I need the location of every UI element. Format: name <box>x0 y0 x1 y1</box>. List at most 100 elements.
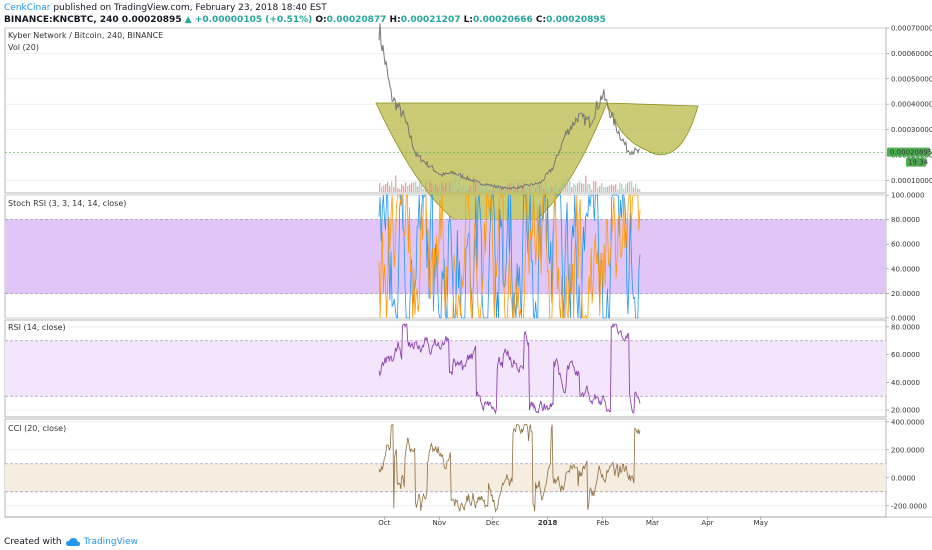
volume-bar <box>451 181 453 192</box>
volume-bar <box>635 183 637 192</box>
axis-tick-label: 100.0000 <box>891 192 924 200</box>
stoch-rsi-band <box>5 219 886 294</box>
volume-bar <box>505 187 507 192</box>
volume-bar <box>631 181 633 192</box>
price-badge-text: 0.00020895 <box>890 149 932 157</box>
volume-bar <box>395 175 397 192</box>
volume-bar <box>583 183 585 192</box>
rsi-pane[interactable]: RSI (14, close) <box>5 322 886 415</box>
volume-bar <box>585 175 587 192</box>
volume-bar <box>549 188 551 192</box>
cci-title: CCI (20, close) <box>8 424 66 433</box>
volume-bar <box>423 188 425 192</box>
rsi-band <box>5 340 886 397</box>
volume-bar <box>389 186 391 192</box>
time-tick-label: Feb <box>597 519 610 527</box>
volume-bar <box>611 184 613 192</box>
tradingview-link[interactable]: TradingView <box>84 537 138 547</box>
price-pane[interactable]: Kyber Network / Bitcoin, 240, BINANCE Vo… <box>5 23 886 237</box>
volume-bar <box>521 188 523 192</box>
volume-bar <box>387 182 389 192</box>
volume-bar <box>499 188 501 192</box>
volume-bar <box>617 189 619 192</box>
time-badge-text: 19:34 <box>908 159 929 167</box>
volume-bar <box>543 188 545 192</box>
time-axis[interactable]: Oct Nov Dec 2018 Feb Mar Apr May <box>378 517 768 527</box>
axis-tick-label: 0.00010000 <box>891 177 932 185</box>
volume-bar <box>551 186 553 192</box>
volume-bar <box>483 188 485 192</box>
axis-tick-label: 0.0000 <box>891 315 916 323</box>
volume-bar <box>475 181 477 192</box>
volume-bar <box>449 182 451 192</box>
volume-bar <box>409 184 411 192</box>
volume-bar <box>445 182 447 192</box>
volume-bar <box>597 188 599 192</box>
axis-tick-label: 40.0000 <box>891 265 920 273</box>
volume-bar <box>509 182 511 192</box>
volume-bar <box>579 181 581 192</box>
volume-bar <box>485 186 487 192</box>
volume-bar <box>569 181 571 192</box>
volume-bar <box>403 186 405 192</box>
volume-bar <box>399 189 401 192</box>
volume-bar <box>621 184 623 192</box>
volume-bar <box>433 184 435 192</box>
axis-tick-label: 0.00040000 <box>891 101 932 109</box>
volume-bar <box>435 184 437 192</box>
time-tick-label: Apr <box>701 519 713 527</box>
volume-bar <box>575 185 577 192</box>
volume-bar <box>625 184 627 192</box>
volume-bar <box>541 184 543 192</box>
cci-band <box>5 463 886 492</box>
tradingview-cloud-icon <box>65 537 80 546</box>
stoch-rsi-pane[interactable]: Stoch RSI (3, 3, 14, 14, close) <box>5 194 886 320</box>
volume-title: Vol (20) <box>8 43 39 52</box>
footer: Created with TradingView <box>4 537 138 547</box>
volume-bar <box>425 182 427 192</box>
volume-bar <box>419 181 421 192</box>
volume-bar <box>379 182 381 192</box>
volume-bar <box>613 185 615 192</box>
price-pane-title: Kyber Network / Bitcoin, 240, BINANCE <box>8 31 163 40</box>
axis-tick-label: 60.0000 <box>891 351 920 359</box>
volume-bar <box>479 183 481 192</box>
volume-bar <box>461 188 463 192</box>
volume-bar <box>565 184 567 192</box>
volume-bar <box>447 185 449 192</box>
volume-bar <box>411 182 413 192</box>
volume-bar <box>481 185 483 192</box>
volume-bar <box>629 181 631 192</box>
volume-bar <box>627 182 629 192</box>
volume-bar <box>455 173 457 192</box>
volume-bar <box>571 187 573 192</box>
volume-bar <box>417 186 419 192</box>
volume-bar <box>463 184 465 192</box>
axis-tick-label: -200.0000 <box>891 502 927 510</box>
cup-and-handle-shape[interactable] <box>375 102 699 237</box>
time-tick-label: Dec <box>486 519 500 527</box>
volume-bar <box>477 182 479 192</box>
volume-bar <box>473 176 475 192</box>
volume-bar <box>489 189 491 192</box>
volume-bar <box>439 184 441 192</box>
volume-bar <box>555 182 557 192</box>
axis-tick-label: 80.0000 <box>891 323 920 331</box>
volume-bar <box>525 182 527 192</box>
axis-tick-label: 60.0000 <box>891 241 920 249</box>
volume-bar <box>637 188 639 192</box>
axis-tick-label: 0.0000 <box>891 474 916 482</box>
volume-bar <box>397 188 399 192</box>
volume-bar <box>443 186 445 192</box>
stoch-rsi-title: Stoch RSI (3, 3, 14, 14, close) <box>8 199 126 208</box>
cci-pane[interactable]: CCI (20, close) <box>5 424 886 513</box>
volume-bar <box>415 181 417 192</box>
axis-tick-label: 0.00050000 <box>891 75 932 83</box>
chart-area[interactable]: Kyber Network / Bitcoin, 240, BINANCE Vo… <box>0 0 932 550</box>
volume-bar <box>623 188 625 192</box>
volume-bar <box>421 181 423 192</box>
axis-tick-label: 0.00060000 <box>891 50 932 58</box>
volume-bar <box>465 185 467 192</box>
volume-bar <box>453 183 455 192</box>
price-axis[interactable]: 0.000100000.000200000.000300000.00040000… <box>886 25 932 511</box>
